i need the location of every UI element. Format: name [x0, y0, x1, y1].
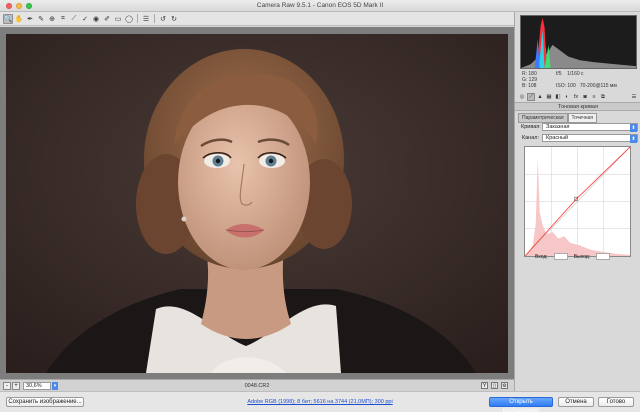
graduated-filter-tool-button[interactable]: ▭: [113, 14, 123, 24]
view-options: Y ▯ ⚙: [481, 382, 508, 389]
straighten-tool-button[interactable]: ⟋: [69, 14, 79, 24]
action-bar: Сохранить изображение... Adobe RGB (1998…: [0, 391, 640, 412]
panel-menu-icon[interactable]: ☰: [630, 93, 638, 101]
tone-curve-graph[interactable]: [524, 146, 631, 257]
channel-select[interactable]: Красный: [542, 134, 638, 143]
red-eye-tool-button[interactable]: ◉: [91, 14, 101, 24]
panel-title: Тоновая кривая: [515, 102, 640, 111]
rotate-ccw-tool-button[interactable]: ↺: [158, 14, 168, 24]
curve-io-row: Вход: Выход:: [535, 253, 611, 260]
output-field[interactable]: [596, 253, 611, 260]
settings-toggle-icon[interactable]: ⚙: [501, 382, 508, 389]
adjustments-panel: R: 180 G: 129 B: 108 f/5 1/160 с ISO: 10…: [514, 12, 640, 391]
rotate-cw-icon: ↻: [171, 15, 177, 23]
open-image-button[interactable]: Открыть изображение: [489, 397, 553, 412]
lens-panel-icon[interactable]: ◐: [563, 93, 571, 101]
zoom-icon: 🔍: [3, 15, 13, 23]
window-title: Camera Raw 9.5.1 - Canon EOS 5D Mark II: [256, 2, 384, 9]
rotate-cw-tool-button[interactable]: ↻: [169, 14, 179, 24]
radial-filter-tool-button[interactable]: ◯: [124, 14, 134, 24]
spot-removal-tool-button[interactable]: ✓: [80, 14, 90, 24]
split-toning-panel-icon[interactable]: ◧: [554, 93, 562, 101]
before-after-icon[interactable]: ▯: [491, 382, 498, 389]
file-name: 0048.CR2: [244, 383, 270, 389]
filter-icon[interactable]: Y: [481, 382, 488, 389]
save-image-button[interactable]: Сохранить изображение...: [6, 397, 84, 407]
output-label: Выход:: [573, 253, 591, 260]
shutter-value: 1/160 с: [567, 71, 584, 77]
basic-panel-icon[interactable]: ◎: [518, 93, 526, 101]
color-sampler-tool-button[interactable]: ✎: [36, 14, 46, 24]
input-field[interactable]: [553, 253, 568, 260]
channel-label: Канал:: [521, 135, 539, 141]
red-eye-icon: ◉: [92, 15, 100, 23]
panel-tab-icons: ◎ ⟋ ▲ ▦ ◧ ◐ fx ◙ ≡ ⧉ ☰: [518, 92, 638, 102]
curve-preset-row: Кривая: Заказная: [521, 123, 638, 132]
zoom-level-field[interactable]: 30,6%: [23, 381, 51, 390]
color-sampler-icon: ✎: [38, 15, 44, 23]
rotate-ccw-icon: ↺: [160, 15, 166, 23]
image-canvas[interactable]: [0, 27, 514, 379]
input-label: Вход:: [535, 253, 548, 260]
photo-preview: [6, 34, 508, 373]
crop-tool-button[interactable]: ⌗: [58, 14, 68, 24]
targeted-adjustment-tool-button[interactable]: ⊕: [47, 14, 57, 24]
white-balance-tool-button[interactable]: ✒: [25, 14, 35, 24]
lens-value: 70-200@115 мм: [579, 83, 617, 89]
iso-value: ISO: 100: [556, 83, 576, 89]
adjustment-brush-icon: ✐: [104, 15, 110, 23]
histogram: [520, 15, 637, 69]
title-bar: Camera Raw 9.5.1 - Canon EOS 5D Mark II: [0, 0, 640, 12]
tab-parametric[interactable]: Параметрическая: [518, 113, 568, 123]
presets-panel-icon[interactable]: ≡: [590, 93, 598, 101]
adjustment-brush-tool-button[interactable]: ✐: [102, 14, 112, 24]
snapshots-panel-icon[interactable]: ⧉: [599, 93, 607, 101]
zoom-dropdown-icon[interactable]: ▾: [52, 381, 58, 390]
crop-icon: ⌗: [61, 14, 65, 22]
curve-mode-tabs: Параметрическая Точечная: [518, 113, 597, 123]
targeted-adjustment-icon: ⊕: [49, 15, 55, 23]
channel-row: Канал: Красный: [521, 134, 638, 143]
blue-value: B: 108: [522, 83, 537, 89]
cancel-button[interactable]: Отмена: [558, 397, 594, 407]
zoom-in-button[interactable]: +: [12, 381, 20, 390]
hand-icon: ✋: [14, 15, 24, 23]
canvas-status-bar: - + 30,6% ▾ 0048.CR2 Y ▯ ⚙: [0, 379, 514, 391]
tab-point[interactable]: Точечная: [567, 113, 597, 123]
preferences-icon: ☰: [142, 15, 150, 23]
detail-panel-icon[interactable]: ▲: [536, 93, 544, 101]
curve-preset-label: Кривая:: [521, 124, 541, 130]
graduated-filter-icon: ▭: [114, 15, 122, 23]
done-button[interactable]: Готово: [598, 397, 634, 407]
toolbar-separator: [154, 14, 155, 23]
effects-panel-icon[interactable]: fx: [572, 93, 580, 101]
tool-bar: 🔍 ✋ ✒ ✎ ⊕ ⌗ ⟋ ✓ ◉ ✐ ▭ ◯ ☰ ↺ ↻: [0, 12, 514, 26]
radial-filter-icon: ◯: [125, 15, 133, 23]
camera-calibration-icon[interactable]: ◙: [581, 93, 589, 101]
tone-curve-panel-icon[interactable]: ⟋: [527, 93, 535, 101]
white-balance-icon: ✒: [27, 15, 33, 23]
aperture-value: f/5: [556, 71, 562, 77]
toolbar-separator: [137, 14, 138, 23]
straighten-icon: ⟋: [71, 14, 77, 22]
hsl-panel-icon[interactable]: ▦: [545, 93, 553, 101]
curve-preset-select[interactable]: Заказная: [542, 123, 638, 132]
zoom-tool-button[interactable]: 🔍: [3, 13, 13, 24]
hand-tool-button[interactable]: ✋: [14, 14, 24, 24]
zoom-out-button[interactable]: -: [3, 381, 11, 390]
workflow-options-link[interactable]: Adobe RGB (1998); 8 бит; 5616 на 3744 (2…: [247, 399, 392, 405]
preferences-tool-button[interactable]: ☰: [141, 14, 151, 24]
spot-removal-icon: ✓: [82, 15, 88, 23]
